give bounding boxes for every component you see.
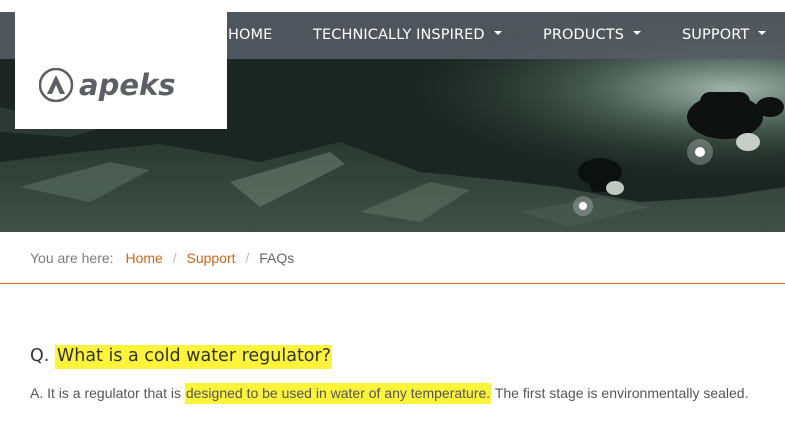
faq-answer-highlight: designed to be used in water of any temp… — [184, 383, 492, 404]
logo-text: apeks — [79, 68, 176, 102]
chevron-down-icon — [633, 31, 641, 35]
nav-home-label: HOME — [228, 27, 273, 43]
nav-products-label: PRODUCTS — [543, 27, 624, 43]
breadcrumb-current: FAQs — [259, 250, 295, 266]
nav-technically-inspired-label: TECHNICALLY INSPIRED — [313, 27, 485, 43]
nav-support-label: SUPPORT — [682, 27, 750, 43]
logo-box[interactable]: apeks — [15, 0, 227, 129]
faq-question-text: What is a cold water regulator? — [54, 345, 332, 369]
breadcrumb-separator: / — [172, 250, 177, 266]
apeks-logo: apeks — [39, 68, 176, 102]
faq-answer-prefix: A. It is a regulator that is — [30, 385, 181, 401]
section-divider — [0, 283, 785, 284]
breadcrumb: You are here: Home / Support / FAQs — [30, 250, 294, 268]
nav-products[interactable]: PRODUCTS — [543, 12, 641, 59]
nav-technically-inspired[interactable]: TECHNICALLY INSPIRED — [313, 12, 502, 59]
chevron-down-icon — [493, 31, 502, 35]
nav-support[interactable]: SUPPORT — [682, 12, 767, 59]
nav-home[interactable]: HOME — [228, 12, 272, 59]
faq-question: Q. What is a cold water regulator? — [30, 345, 332, 370]
faq-question-prefix: Q. — [30, 346, 50, 366]
chevron-down-icon — [758, 31, 767, 35]
faq-answer-suffix: The first stage is environmentally seale… — [494, 385, 749, 401]
breadcrumb-link-home[interactable]: Home — [125, 250, 162, 266]
breadcrumb-separator: / — [245, 250, 250, 266]
breadcrumb-link-support[interactable]: Support — [186, 250, 235, 266]
faq-answer: A. It is a regulator that is designed to… — [30, 383, 749, 404]
breadcrumb-lead: You are here: — [30, 250, 114, 266]
